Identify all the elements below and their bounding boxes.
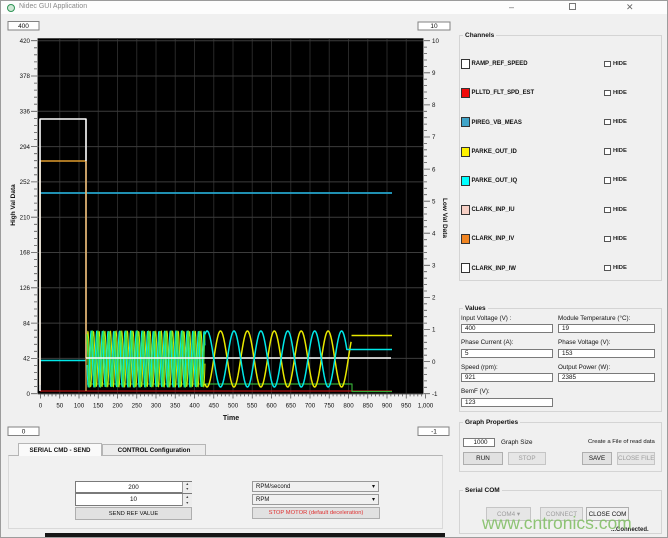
svg-text:700: 700 [305, 403, 316, 410]
svg-text:100: 100 [74, 403, 85, 410]
svg-text:200: 200 [112, 403, 123, 410]
svg-text:42: 42 [23, 356, 30, 363]
svg-text:650: 650 [286, 403, 297, 410]
svg-text:1,000: 1,000 [418, 403, 434, 410]
svg-text:294: 294 [20, 144, 31, 151]
svg-text:300: 300 [151, 403, 162, 410]
svg-text:0: 0 [39, 403, 43, 410]
svg-text:High Val Data: High Val Data [10, 184, 17, 226]
svg-text:4: 4 [432, 230, 436, 237]
svg-text:210: 210 [20, 214, 31, 221]
svg-text:126: 126 [20, 285, 31, 292]
svg-text:Time: Time [223, 415, 239, 422]
svg-text:450: 450 [209, 403, 220, 410]
svg-text:378: 378 [20, 73, 31, 80]
svg-text:7: 7 [432, 134, 436, 141]
svg-text:6: 6 [432, 166, 436, 173]
svg-text:550: 550 [247, 403, 258, 410]
svg-text:900: 900 [382, 403, 393, 410]
svg-text:-1: -1 [431, 429, 437, 436]
svg-text:3: 3 [432, 263, 436, 270]
svg-text:50: 50 [56, 403, 63, 410]
svg-text:850: 850 [363, 403, 374, 410]
svg-text:150: 150 [93, 403, 104, 410]
svg-text:84: 84 [23, 320, 30, 327]
svg-text:0: 0 [27, 391, 31, 398]
svg-text:0: 0 [22, 429, 26, 436]
svg-text:950: 950 [401, 403, 412, 410]
svg-text:250: 250 [132, 403, 143, 410]
svg-text:10: 10 [432, 38, 439, 45]
svg-text:800: 800 [343, 403, 354, 410]
svg-text:-1: -1 [432, 391, 438, 398]
svg-text:Low Val Data: Low Val Data [441, 198, 448, 238]
svg-text:252: 252 [20, 179, 31, 186]
svg-text:350: 350 [170, 403, 181, 410]
svg-text:0: 0 [432, 359, 436, 366]
svg-text:400: 400 [189, 403, 200, 410]
svg-text:2: 2 [432, 295, 436, 302]
svg-text:600: 600 [266, 403, 277, 410]
svg-text:8: 8 [432, 102, 436, 109]
svg-text:420: 420 [20, 38, 31, 45]
svg-text:500: 500 [228, 403, 239, 410]
svg-text:168: 168 [20, 250, 31, 257]
svg-text:336: 336 [20, 109, 31, 116]
svg-text:750: 750 [324, 403, 335, 410]
svg-text:400: 400 [18, 23, 29, 30]
svg-text:9: 9 [432, 70, 436, 77]
svg-text:10: 10 [430, 23, 438, 30]
svg-text:5: 5 [432, 198, 436, 205]
svg-text:1: 1 [432, 327, 436, 334]
